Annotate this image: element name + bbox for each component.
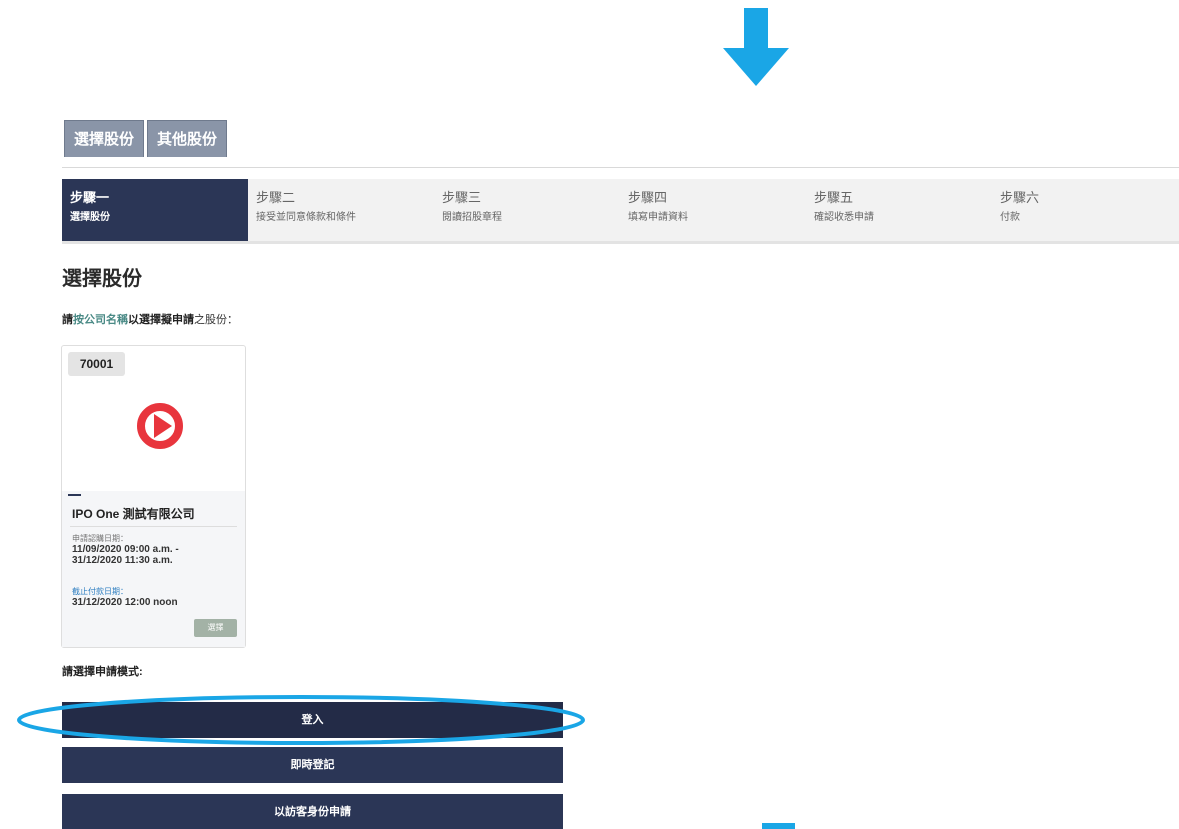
tab-other-stock[interactable]: 其他股份 (147, 120, 228, 157)
step-number: 步驟五 (814, 190, 854, 205)
step-description: 接受並同意條款和條件 (256, 212, 356, 223)
application-mode-label: 請選擇申請模式: (62, 666, 143, 678)
step-1: 步驟一 選擇股份 (62, 179, 248, 241)
step-number: 步驟四 (628, 190, 668, 205)
instant-register-button[interactable]: 即時登記 (62, 747, 563, 783)
step-4: 步驟四 填寫申請資料 (620, 179, 806, 241)
instruction-suffix: 之股份： (194, 314, 238, 326)
subscription-date-label: 申請認購日期： (72, 534, 128, 543)
instruction-link: 按公司名稱 (73, 314, 128, 326)
subscription-end: 31/12/2020 11:30 a.m. (72, 555, 173, 566)
page-title: 選擇股份 (62, 268, 142, 290)
step-description: 閱讀招股章程 (442, 212, 502, 223)
company-name: IPO One 測試有限公司 (72, 507, 195, 521)
instruction-middle: 以選擇擬申請 (128, 314, 194, 326)
card-accent-line (68, 494, 81, 496)
step-description: 確認收悉申請 (814, 212, 874, 223)
step-description: 選擇股份 (70, 212, 110, 223)
instruction-prefix: 請 (62, 314, 73, 326)
payment-deadline: 31/12/2020 12:00 noon (72, 597, 178, 608)
subscription-start: 11/09/2020 09:00 a.m. - (72, 544, 179, 555)
step-description: 填寫申請資料 (628, 212, 688, 223)
step-number: 步驟六 (1000, 190, 1040, 205)
step-number: 步驟一 (70, 190, 110, 205)
step-5: 步驟五 確認收悉申請 (806, 179, 992, 241)
step-number: 步驟三 (442, 190, 482, 205)
instruction-text: 請按公司名稱以選擇擬申請之股份： (62, 311, 238, 327)
select-stock-button[interactable]: 選擇 (194, 619, 237, 637)
stock-card[interactable]: 70001 IPO One 測試有限公司 申請認購日期： 11/09/2020 … (61, 345, 246, 648)
annotation-arrow-stub (762, 823, 795, 829)
guest-apply-button[interactable]: 以訪客身份申請 (62, 794, 563, 829)
annotation-arrow-down-icon (723, 8, 789, 86)
step-progress-bar: 步驟一 選擇股份 步驟二 接受並同意條款和條件 步驟三 閱讀招股章程 步驟四 填… (62, 179, 1179, 244)
step-description: 付款 (1000, 212, 1020, 223)
play-circle-icon (137, 403, 183, 449)
stock-card-info: IPO One 測試有限公司 申請認購日期： 11/09/2020 09:00 … (62, 491, 245, 647)
step-3: 步驟三 閱讀招股章程 (434, 179, 620, 241)
payment-deadline-label: 截止付款日期： (72, 587, 128, 596)
stock-tabs: 選擇股份 其他股份 (64, 120, 228, 157)
login-button[interactable]: 登入 (62, 702, 563, 738)
tab-divider (62, 167, 1179, 168)
stock-code-badge: 70001 (68, 352, 125, 376)
tab-select-stock[interactable]: 選擇股份 (64, 120, 145, 157)
step-number: 步驟二 (256, 190, 296, 205)
card-divider (70, 526, 237, 527)
step-6: 步驟六 付款 (992, 179, 1178, 241)
step-2: 步驟二 接受並同意條款和條件 (248, 179, 434, 241)
